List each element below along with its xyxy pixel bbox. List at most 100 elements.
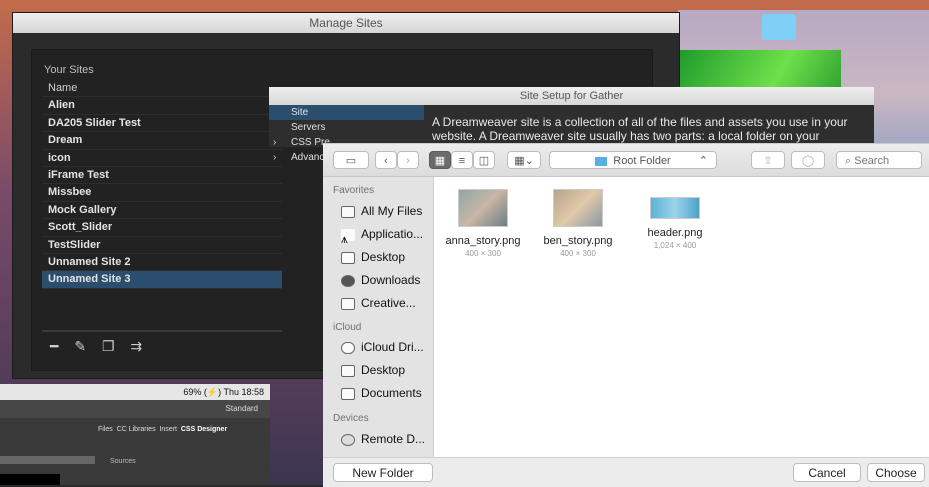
ruler (0, 456, 95, 464)
image-thumbnail (458, 189, 508, 227)
sidebar-label: Applicatio... (361, 227, 424, 241)
file-item[interactable]: anna_story.png 400 × 300 (438, 189, 528, 258)
sidebar-item-icloud-desktop[interactable]: Desktop (341, 360, 433, 380)
downloads-icon (341, 274, 355, 287)
site-setup-window: Site Setup for Gather Site Servers › CSS … (269, 87, 874, 163)
category-servers[interactable]: Servers (269, 120, 424, 135)
sidebar-item-downloads[interactable]: Downloads (341, 270, 433, 290)
sidebar-label: Documents (361, 386, 422, 400)
back-button[interactable]: ‹ (375, 151, 397, 169)
site-setup-description: A Dreamweaver site is a collection of al… (432, 115, 848, 143)
sidebar-toggle-button[interactable]: ▭ (333, 151, 369, 169)
folder-icon (595, 156, 608, 166)
sites-list: Name Alien DA205 Slider Test Dream icon … (42, 80, 282, 289)
manage-sites-title: Manage Sites (13, 13, 679, 33)
menubar-status: 69% (⚡) Thu 18:58 (0, 384, 270, 400)
dialog-toolbar: ▭ ‹ › ▦ ≡ ◫ ▦⌄ Root Folder ⌃ ⇧ ◯ ⌕ Search (323, 144, 929, 177)
sidebar-label: Downloads (361, 273, 421, 287)
open-dialog: ▭ ‹ › ▦ ≡ ◫ ▦⌄ Root Folder ⌃ ⇧ ◯ ⌕ Search… (323, 143, 929, 487)
canvas-preview (0, 474, 60, 485)
edit-icon[interactable]: ✎ (74, 338, 86, 354)
image-thumbnail (650, 197, 700, 219)
site-row[interactable]: Unnamed Site 2 (42, 254, 282, 272)
your-sites-label: Your Sites (44, 64, 94, 76)
tab-cc-libraries[interactable]: CC Libraries (117, 426, 156, 433)
location-popup[interactable]: Root Folder ⌃ (549, 151, 717, 169)
list-scrollbar[interactable] (42, 330, 282, 332)
search-input[interactable]: ⌕ Search (836, 151, 922, 169)
sidebar-item-desktop[interactable]: Desktop (341, 247, 433, 267)
sidebar-item-applications[interactable]: ⩚ Applicatio... (341, 224, 433, 244)
sidebar-item-creative[interactable]: Creative... (341, 293, 433, 313)
new-folder-button[interactable]: New Folder (333, 463, 433, 482)
documents-icon (341, 387, 355, 400)
cloud-icon (341, 341, 355, 354)
sidebar-label: iCloud Dri... (361, 340, 424, 354)
site-row-selected[interactable]: Unnamed Site 3 (42, 271, 282, 289)
location-label: Root Folder (613, 155, 671, 167)
category-label: Servers (291, 122, 326, 133)
remove-icon[interactable]: ━ (50, 338, 58, 354)
sidebar-label: Desktop (361, 363, 406, 377)
icloud-label: iCloud (333, 322, 362, 333)
disc-icon (341, 433, 355, 446)
arrange-button[interactable]: ▦⌄ (507, 151, 541, 169)
tab-css-designer[interactable]: CSS Designer (181, 426, 227, 433)
site-row[interactable]: DA205 Slider Test (42, 115, 282, 133)
duplicate-icon[interactable]: ❐ (102, 338, 115, 354)
file-name: header.png (647, 227, 703, 239)
sidebar-item-all-my-files[interactable]: All My Files (341, 201, 433, 221)
applications-icon: ⩚ (341, 228, 355, 244)
desktop-icon (341, 364, 355, 377)
chevron-right-icon: › (273, 152, 277, 163)
sidebar-item-icloud-drive[interactable]: iCloud Dri... (341, 337, 433, 357)
chevron-right-icon: › (273, 137, 277, 148)
cancel-button[interactable]: Cancel (793, 463, 861, 482)
folder-icon (341, 297, 355, 310)
sidebar-label: Remote D... (361, 432, 426, 446)
dreamweaver-window: 69% (⚡) Thu 18:58 Standard Files CC Libr… (0, 384, 270, 485)
file-item[interactable]: ben_story.png 400 × 300 (533, 189, 623, 258)
file-name: ben_story.png (543, 235, 613, 247)
dialog-sidebar: Favorites All My Files ⩚ Applicatio... De… (323, 177, 434, 457)
choose-button[interactable]: Choose (867, 463, 925, 482)
workspace-switcher[interactable]: Standard (0, 400, 270, 418)
sidebar-label: All My Files (361, 204, 423, 218)
name-column-header[interactable]: Name (42, 80, 282, 98)
site-row[interactable]: Dream (42, 132, 282, 150)
search-placeholder: Search (854, 155, 890, 167)
site-row[interactable]: iFrame Test (42, 167, 282, 185)
tab-files[interactable]: Files (98, 426, 113, 433)
sidebar-item-documents[interactable]: Documents (341, 383, 433, 403)
category-label: Site (291, 107, 309, 118)
tag-button[interactable]: ◯ (791, 151, 825, 169)
icon-view-button[interactable]: ▦ (429, 151, 451, 169)
file-item[interactable]: header.png 1,024 × 400 (630, 189, 720, 250)
site-row[interactable]: TestSlider (42, 237, 282, 254)
share-button[interactable]: ⇧ (751, 151, 785, 169)
sidebar-label: Desktop (361, 250, 406, 264)
list-view-button[interactable]: ≡ (451, 151, 473, 169)
favorites-label: Favorites (333, 185, 375, 196)
desktop-folder-icon[interactable] (762, 14, 796, 40)
export-icon[interactable]: ⇉ (130, 338, 142, 354)
site-row[interactable]: icon (42, 150, 282, 167)
chevron-updown-icon: ⌃ (698, 155, 708, 167)
sidebar-label: Creative... (361, 296, 416, 310)
file-size: 400 × 300 (560, 249, 596, 258)
forward-button[interactable]: › (397, 151, 419, 169)
file-name: anna_story.png (445, 235, 521, 247)
image-thumbnail (553, 189, 603, 227)
file-browser: anna_story.png 400 × 300 ben_story.png 4… (434, 177, 929, 457)
file-size: 400 × 300 (465, 249, 501, 258)
site-row[interactable]: Scott_Slider (42, 219, 282, 237)
site-row[interactable]: Mock Gallery (42, 202, 282, 220)
tab-insert[interactable]: Insert (159, 426, 177, 433)
category-site[interactable]: Site (269, 105, 424, 120)
sidebar-item-remote-disc[interactable]: Remote D... (341, 429, 433, 449)
sources-label: Sources (110, 458, 136, 465)
site-row[interactable]: Missbee (42, 184, 282, 202)
dialog-footer: New Folder Cancel Choose (323, 457, 929, 487)
site-row[interactable]: Alien (42, 97, 282, 115)
column-view-button[interactable]: ◫ (473, 151, 495, 169)
